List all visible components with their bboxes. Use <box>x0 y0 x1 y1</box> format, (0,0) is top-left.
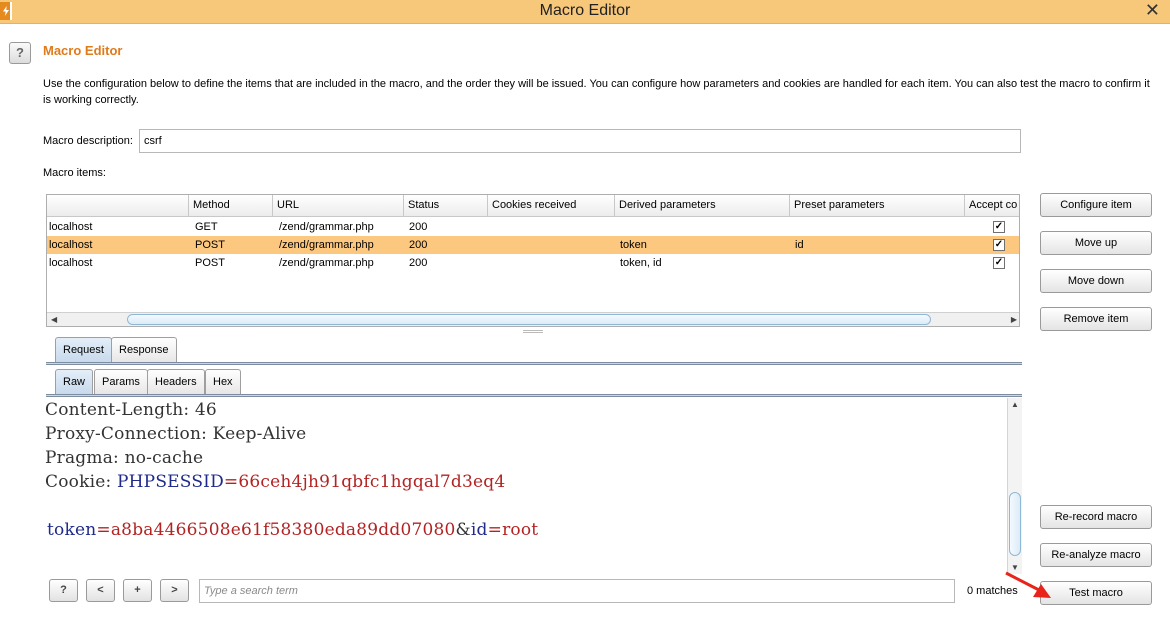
move-up-button[interactable]: Move up <box>1040 231 1152 255</box>
tab-headers[interactable]: Headers <box>147 369 205 395</box>
next-match-button[interactable]: > <box>160 579 189 602</box>
cell-host: localhost <box>49 257 93 269</box>
tab-request[interactable]: Request <box>55 337 112 363</box>
column-header-cookies[interactable]: Cookies received <box>488 195 615 217</box>
subtab-strip-line <box>46 394 1022 397</box>
close-icon[interactable]: ✕ <box>1145 0 1160 20</box>
cell-preset: id <box>795 239 804 251</box>
cookie-key: PHPSESSID <box>117 472 224 492</box>
column-header-preset[interactable]: Preset parameters <box>790 195 965 217</box>
scroll-up-icon[interactable]: ▲ <box>1011 400 1019 409</box>
reanalyze-macro-button[interactable]: Re-analyze macro <box>1040 543 1152 567</box>
help-icon[interactable]: ? <box>9 42 31 64</box>
param-value: a8ba4466508e61f58380eda89dd07080 <box>110 520 456 540</box>
cookie-value: 66ceh4jh91qbfc1hgqal7d3eq4 <box>238 472 506 492</box>
column-header-host[interactable] <box>47 195 189 217</box>
tab-raw[interactable]: Raw <box>55 369 94 395</box>
tab-hex[interactable]: Hex <box>205 369 241 395</box>
accept-cookies-checkbox[interactable]: ✓ <box>993 257 1005 269</box>
cell-method: GET <box>195 221 218 233</box>
column-header-derived[interactable]: Derived parameters <box>615 195 790 217</box>
cell-host: localhost <box>49 221 93 233</box>
column-header-status[interactable]: Status <box>404 195 488 217</box>
remove-item-button[interactable]: Remove item <box>1040 307 1152 331</box>
tab-strip-line <box>46 362 1022 365</box>
window-title: Macro Editor <box>539 2 631 19</box>
editor-line: Proxy-Connection: Keep-Alive <box>45 424 307 444</box>
request-editor[interactable]: Content-Length: 46 Proxy-Connection: Kee… <box>45 398 1022 576</box>
header-name: Cookie: <box>45 472 118 492</box>
rerecord-macro-button[interactable]: Re-record macro <box>1040 505 1152 529</box>
cell-url: /zend/grammar.php <box>279 221 374 233</box>
scrollbar-thumb[interactable] <box>127 314 931 325</box>
cell-url: /zend/grammar.php <box>279 257 374 269</box>
table-header: Method URL Status Cookies received Deriv… <box>47 195 1019 217</box>
table-row[interactable]: localhost GET /zend/grammar.php 200 ✓ <box>47 218 1019 236</box>
cell-cookies <box>492 254 494 272</box>
vertical-scrollbar[interactable]: ▲ ▼ <box>1007 398 1022 574</box>
cell-derived: token, id <box>620 257 662 269</box>
cell-cookies <box>492 218 494 236</box>
scroll-right-icon[interactable]: ▶ <box>1011 313 1017 326</box>
cell-method: POST <box>195 257 225 269</box>
macro-description-input[interactable] <box>139 129 1021 153</box>
cell-method: POST <box>195 239 225 251</box>
horizontal-scrollbar[interactable]: ◀ ▶ <box>47 312 1019 326</box>
configure-item-button[interactable]: Configure item <box>1040 193 1152 217</box>
macro-items-table[interactable]: Method URL Status Cookies received Deriv… <box>46 194 1020 327</box>
macro-description-label: Macro description: <box>43 135 133 147</box>
tab-response[interactable]: Response <box>111 337 177 363</box>
editor-line: Pragma: no-cache <box>45 448 204 468</box>
column-header-method[interactable]: Method <box>189 195 273 217</box>
section-title: Macro Editor <box>43 43 123 58</box>
editor-line: token=a8ba4466508e61f58380eda89dd07080&i… <box>47 520 538 540</box>
param-key: token <box>47 520 97 540</box>
tab-params[interactable]: Params <box>94 369 148 395</box>
cell-host: localhost <box>49 239 93 251</box>
table-row-selected[interactable]: localhost POST /zend/grammar.php 200 tok… <box>47 236 1019 254</box>
cell-status: 200 <box>409 221 428 233</box>
add-search-button[interactable]: + <box>123 579 152 602</box>
param-equals: = <box>487 520 503 540</box>
section-description: Use the configuration below to define th… <box>43 78 1150 106</box>
column-header-accept[interactable]: Accept co <box>965 195 1019 217</box>
cell-derived <box>618 218 620 236</box>
accept-cookies-checkbox[interactable]: ✓ <box>993 239 1005 251</box>
cell-status: 200 <box>409 239 428 251</box>
cookie-equals: = <box>223 472 239 492</box>
search-help-button[interactable]: ? <box>49 579 78 602</box>
scrollbar-thumb[interactable] <box>1009 492 1021 556</box>
split-pane-divider[interactable] <box>523 330 543 333</box>
test-macro-button[interactable]: Test macro <box>1040 581 1152 605</box>
macro-items-label: Macro items: <box>43 167 106 179</box>
table-row[interactable]: localhost POST /zend/grammar.php 200 tok… <box>47 254 1019 272</box>
search-input[interactable] <box>199 579 955 603</box>
scroll-left-icon[interactable]: ◀ <box>51 313 57 326</box>
param-value: root <box>502 520 539 540</box>
cell-cookies <box>492 236 494 254</box>
cell-preset <box>793 218 795 236</box>
previous-match-button[interactable]: < <box>86 579 115 602</box>
editor-line: Cookie: PHPSESSID=66ceh4jh91qbfc1hgqal7d… <box>45 472 505 492</box>
cell-status: 200 <box>409 257 428 269</box>
param-separator: & <box>455 520 471 540</box>
annotation-arrow-icon <box>1005 571 1051 598</box>
window-titlebar: Macro Editor ✕ <box>0 0 1170 24</box>
column-header-url[interactable]: URL <box>273 195 404 217</box>
param-key: id <box>470 520 488 540</box>
cell-url: /zend/grammar.php <box>279 239 374 251</box>
cell-derived: token <box>620 239 647 251</box>
accept-cookies-checkbox[interactable]: ✓ <box>993 221 1005 233</box>
param-equals: = <box>96 520 111 540</box>
cell-preset <box>793 254 795 272</box>
move-down-button[interactable]: Move down <box>1040 269 1152 293</box>
editor-line: Content-Length: 46 <box>45 400 217 420</box>
